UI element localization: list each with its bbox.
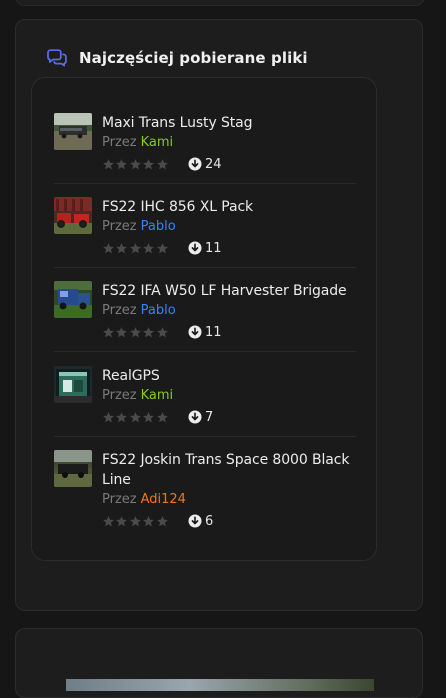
file-item[interactable]: Maxi Trans Lusty Stag Przez Kami 24 [54,113,356,175]
file-item[interactable]: FS22 IFA W50 LF Harvester Brigade Przez P… [54,281,356,343]
download-arrow-icon [188,410,202,424]
previous-widget-edge [15,0,425,6]
by-label: Przez [102,492,137,507]
download-arrow-icon [188,241,202,255]
chat-bubbles-icon [46,49,68,67]
next-widget-image[interactable] [66,679,374,691]
file-item[interactable]: RealGPS Przez Kami 7 [54,366,356,428]
file-meta: 11 [102,237,364,259]
rating-stars [102,411,188,424]
star-icon [115,158,128,171]
download-arrow-icon [188,157,202,171]
star-icon [102,242,115,255]
star-icon [142,515,155,528]
by-label: Przez [102,219,137,234]
file-item[interactable]: FS22 Joskin Trans Space 8000 Black Line … [54,450,356,532]
file-author-line: Przez Pablo [102,301,364,321]
author-link[interactable]: Pablo [141,303,176,318]
star-icon [129,242,142,255]
red-tractors-thumbnail[interactable] [54,197,92,234]
download-count-value: 7 [205,409,214,425]
star-icon [129,411,142,424]
rating-stars [102,158,188,171]
star-icon [156,158,169,171]
star-icon [102,326,115,339]
star-icon [129,158,142,171]
file-meta: 11 [102,321,364,343]
rating-stars [102,326,188,339]
star-icon [142,158,155,171]
download-count: 24 [188,157,222,172]
author-link[interactable]: Adi124 [141,492,186,507]
next-widget [15,628,423,698]
download-count: 6 [188,514,213,529]
star-icon [102,158,115,171]
download-count-value: 24 [205,156,222,172]
download-count: 11 [188,241,222,256]
by-label: Przez [102,303,137,318]
divider [54,183,356,184]
rating-stars [102,242,188,255]
star-icon [156,242,169,255]
by-label: Przez [102,135,137,150]
divider [54,267,356,268]
author-link[interactable]: Pablo [141,219,176,234]
download-arrow-icon [188,514,202,528]
file-author-line: Przez Kami [102,133,364,153]
file-meta: 6 [102,510,364,532]
file-title[interactable]: FS22 IHC 856 XL Pack [102,197,364,217]
file-author-line: Przez Adi124 [102,490,364,510]
file-author-line: Przez Pablo [102,217,364,237]
black-trailer-thumbnail[interactable] [54,450,92,487]
rating-stars [102,515,188,528]
file-title[interactable]: RealGPS [102,366,364,386]
star-icon [156,326,169,339]
download-count-value: 6 [205,513,214,529]
download-arrow-icon [188,325,202,339]
widget-header: Najczęściej pobierane pliki [46,49,308,67]
download-count: 7 [188,410,213,425]
blue-truck-thumbnail[interactable] [54,281,92,318]
widget-title: Najczęściej pobierane pliki [79,49,308,67]
star-icon [115,515,128,528]
file-meta: 7 [102,406,364,428]
star-icon [129,326,142,339]
star-icon [102,515,115,528]
file-title[interactable]: Maxi Trans Lusty Stag [102,113,364,133]
download-count-value: 11 [205,240,222,256]
star-icon [115,242,128,255]
download-count-value: 11 [205,324,222,340]
star-icon [102,411,115,424]
divider [54,436,356,437]
by-label: Przez [102,388,137,403]
file-title[interactable]: FS22 Joskin Trans Space 8000 Black Line [102,450,364,490]
file-author-line: Przez Kami [102,386,364,406]
star-icon [156,411,169,424]
file-title[interactable]: FS22 IFA W50 LF Harvester Brigade [102,281,364,301]
star-icon [142,242,155,255]
trailer-field-thumbnail[interactable] [54,113,92,150]
file-list: Maxi Trans Lusty Stag Przez Kami 24 FS22… [31,77,377,561]
download-count: 11 [188,325,222,340]
star-icon [129,515,142,528]
star-icon [142,411,155,424]
author-link[interactable]: Kami [141,388,174,403]
gps-screen-thumbnail[interactable] [54,366,92,403]
star-icon [142,326,155,339]
star-icon [156,515,169,528]
star-icon [115,411,128,424]
file-meta: 24 [102,153,364,175]
divider [54,351,356,352]
author-link[interactable]: Kami [141,135,174,150]
file-item[interactable]: FS22 IHC 856 XL Pack Przez Pablo 11 [54,197,356,259]
star-icon [115,326,128,339]
